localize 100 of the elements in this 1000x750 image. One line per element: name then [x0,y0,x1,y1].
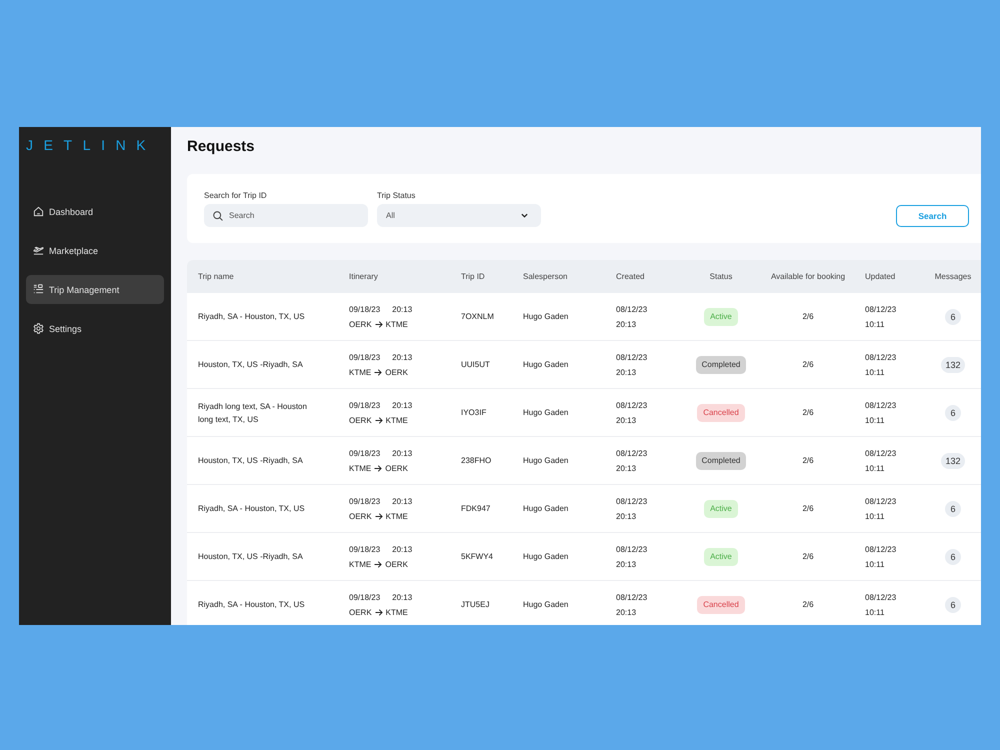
availability-count: 2/6 [802,552,814,561]
column-header: Salesperson [522,272,568,281]
status-badge: Active [704,308,738,326]
trip-id: 238FHO [461,456,492,465]
origin-code: OERK [349,606,372,618]
trip-name: Riyadh long text, SA - Houston long text, TX, US [198,400,308,426]
sidebar-item[interactable]: Dashboard [26,197,164,226]
origin-code: OERK [349,510,372,522]
message-count: 6 [945,596,961,612]
sidebar-item[interactable]: Marketplace [26,236,164,265]
arrow-right-icon [374,608,383,616]
trip-name: Riyadh, SA - Houston, TX, US [198,311,305,323]
destination-code: OERK [385,366,408,378]
origin-code: KTME [349,462,372,474]
departure-date: 09/18/23 [349,592,380,604]
trip-id: 7OXNLM [461,312,494,321]
trip-id: IYO3IF [461,408,486,417]
trip-name: Riyadh, SA - Houston, TX, US [198,503,305,515]
arrow-right-icon [374,464,382,472]
salesperson-name: Hugo Gaden [523,360,568,369]
created-time: 20:13 [616,606,636,618]
updated-time: 10:11 [865,318,884,330]
sidebar-item[interactable]: Settings [26,314,164,343]
updated-time: 10:11 [865,366,884,378]
column-header: Trip name [197,272,235,281]
created-date: 08/12/23 [616,448,648,460]
column-header: Updated [864,272,896,281]
status-badge: Completed [696,452,746,470]
chevron-down-icon [521,213,528,218]
departure-date: 09/18/23 [349,400,380,412]
status-badge: Cancelled [697,404,745,422]
availability-count: 2/6 [802,600,814,609]
column-header: Messages [934,272,972,281]
destination-code: OERK [385,462,408,474]
departure-time: 20:13 [392,496,412,508]
salesperson-name: Hugo Gaden [523,408,568,417]
updated-date: 08/12/23 [865,544,896,556]
status-dropdown[interactable]: All [377,204,541,227]
message-count: 6 [945,548,961,564]
origin-code: OERK [349,414,372,426]
created-time: 20:13 [616,366,636,378]
destination-code: KTME [386,606,408,618]
origin-code: KTME [349,558,372,570]
availability-count: 2/6 [802,312,814,321]
departure-time: 20:13 [392,592,412,604]
updated-time: 10:11 [865,462,884,474]
salesperson-name: Hugo Gaden [523,600,568,609]
column-header: Available for booking [770,272,846,281]
message-count: 132 [941,452,965,468]
message-count: 6 [945,308,961,324]
message-count: 132 [941,356,965,372]
destination-code: KTME [386,510,408,522]
checklist-icon [33,284,44,295]
updated-date: 08/12/23 [865,592,896,604]
field-label: Trip Status [377,191,416,201]
departure-date: 09/18/23 [349,496,380,508]
logo: JETLINK [26,137,158,153]
search-field[interactable]: Search [204,204,368,227]
message-count: 6 [945,404,961,420]
column-header: Created [615,272,646,281]
settings-icon [33,323,44,334]
trip-name: Houston, TX, US -Riyadh, SA [198,455,303,467]
departure-time: 20:13 [392,352,412,364]
status-badge: Active [704,548,738,566]
trip-name: Riyadh, SA - Houston, TX, US [198,599,305,611]
updated-time: 10:11 [865,558,884,570]
created-date: 08/12/23 [616,352,648,364]
salesperson-name: Hugo Gaden [523,456,568,465]
departure-date: 09/18/23 [349,544,380,556]
salesperson-name: Hugo Gaden [523,504,568,513]
trip-name: Houston, TX, US -Riyadh, SA [198,551,303,563]
departure-date: 09/18/23 [349,448,380,460]
arrow-right-icon [374,560,382,568]
trip-name: Houston, TX, US -Riyadh, SA [198,359,303,371]
message-count: 6 [945,500,961,516]
created-date: 08/12/23 [616,592,648,604]
origin-code: OERK [349,318,372,330]
page-title: Requests [187,137,256,157]
sidebar-item[interactable]: Trip Management [26,275,164,304]
airplane-icon [33,245,44,256]
column-header: Itinerary [348,272,379,281]
arrow-right-icon [374,416,383,424]
trip-id: UUI5UT [461,360,490,369]
salesperson-name: Hugo Gaden [523,552,568,561]
salesperson-name: Hugo Gaden [523,312,568,321]
updated-date: 08/12/23 [865,304,896,316]
created-time: 20:13 [616,318,636,330]
status-badge: Completed [696,356,746,374]
origin-code: KTME [349,366,372,378]
column-header: Status [708,272,734,281]
updated-time: 10:11 [865,414,884,426]
destination-code: KTME [386,318,408,330]
trip-id: 5KFWY4 [461,552,494,561]
home-icon [33,206,44,217]
created-date: 08/12/23 [616,496,648,508]
created-time: 20:13 [616,462,636,474]
departure-date: 09/18/23 [349,352,380,364]
destination-code: OERK [385,558,408,570]
created-time: 20:13 [616,510,636,522]
search-icon [213,210,223,220]
